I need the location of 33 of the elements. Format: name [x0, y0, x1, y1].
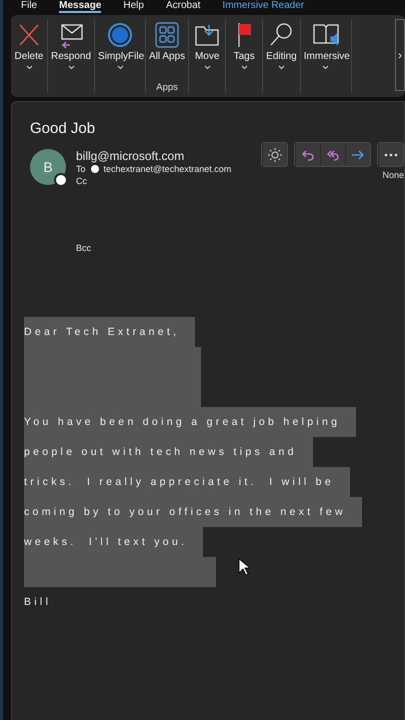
message-subject: Good Job	[30, 120, 96, 137]
ribbon-button[interactable]: SimplyFile	[97, 19, 144, 72]
ribbon-button[interactable]: Editing	[265, 19, 298, 72]
ribbon-button[interactable]: Tags	[228, 19, 260, 72]
presence-icon	[90, 165, 99, 173]
ribbon-button[interactable]: Delete	[13, 19, 45, 72]
to-label: To	[76, 163, 86, 175]
ribbon-button[interactable]: Immersive	[302, 19, 349, 72]
ribbon-more-button[interactable]: ›	[395, 19, 405, 91]
cc-label: Cc	[76, 175, 88, 187]
reply-icon	[301, 148, 315, 162]
group-label: Apps	[156, 82, 178, 93]
ribbon-button[interactable]: Respond	[50, 19, 92, 72]
action-button[interactable]	[345, 143, 370, 166]
body-text-line: Bill	[24, 595, 52, 610]
sender-email: billg@microsoft.com	[76, 149, 186, 163]
more-icon	[384, 152, 398, 156]
ribbon-button[interactable]: All Apps	[148, 19, 186, 66]
avatar: B	[30, 149, 66, 185]
menu-tab[interactable]: Message	[59, 0, 102, 13]
presence-icon	[54, 173, 68, 187]
retention-label: None	[382, 170, 404, 180]
menu-tab[interactable]: Immersive Reader	[222, 0, 304, 13]
menu-tab[interactable]: Help	[123, 0, 144, 13]
menu-tab[interactable]: File	[21, 0, 38, 13]
ribbon-button[interactable]: Move	[191, 19, 224, 72]
forward-icon	[351, 148, 365, 162]
sun-icon	[268, 148, 282, 162]
bcc-label: Bcc	[76, 243, 92, 253]
recipient-email: techextranet@techextranet.com	[104, 163, 232, 175]
reply-all-icon	[326, 148, 340, 162]
menu-tab[interactable]: Acrobat	[166, 0, 200, 13]
mouse-cursor-icon	[238, 558, 250, 576]
